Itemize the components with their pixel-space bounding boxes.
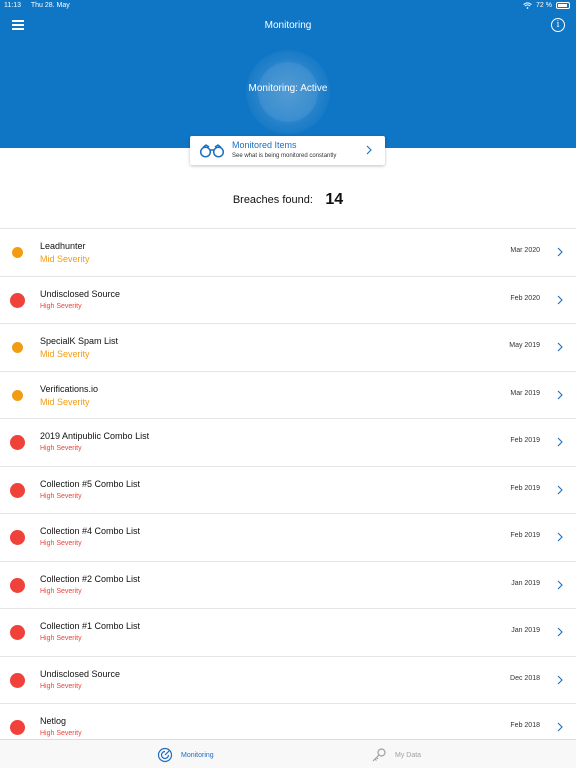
breach-row[interactable]: Verifications.io Mid Severity Mar 2019 <box>0 372 576 419</box>
chevron-right-icon <box>557 722 563 732</box>
chevron-right-icon <box>557 580 563 589</box>
severity-indicator <box>10 435 25 450</box>
monitored-items-subtitle: See what is being monitored constantly <box>232 153 337 159</box>
chevron-right-icon <box>557 390 563 399</box>
breaches-count: 14 <box>325 191 344 208</box>
breach-severity: High Severity <box>40 730 82 737</box>
breach-row[interactable]: Undisclosed Source High Severity Dec 2018 <box>0 657 576 704</box>
status-time: 11:13 <box>4 2 21 9</box>
breach-severity: High Severity <box>40 682 82 690</box>
breach-list: Leadhunter Mid Severity Mar 2020 Undisclose… <box>0 228 576 752</box>
status-bar: 11:13 Thu 28. May 72 % <box>0 0 576 12</box>
chevron-right-icon <box>557 675 563 684</box>
battery-icon <box>556 2 570 9</box>
breach-row[interactable]: 2019 Antipublic Combo List High Severity F… <box>0 419 576 467</box>
chevron-right-icon <box>557 295 563 304</box>
breach-name: 2019 Antipublic Combo List <box>40 431 150 441</box>
breach-severity: High Severity <box>40 445 82 452</box>
chevron-right-icon <box>557 342 563 352</box>
breach-severity: High Severity <box>40 635 82 642</box>
breach-date: May 2019 <box>509 342 540 349</box>
severity-indicator <box>10 530 25 545</box>
tab-my-data-label: My Data <box>395 751 422 759</box>
chevron-right-icon <box>557 485 563 494</box>
breach-severity: High Severity <box>40 302 82 310</box>
monitored-items-card[interactable]: Monitored Items See what is being monito… <box>190 136 385 165</box>
chevron-right-icon <box>557 247 563 257</box>
severity-indicator <box>10 625 25 640</box>
breach-name: Collection #4 Combo List <box>40 526 141 536</box>
breach-date: Feb 2019 <box>510 484 540 492</box>
breach-severity: Mid Severity <box>40 349 90 359</box>
breach-date: Dec 2018 <box>510 674 540 682</box>
severity-indicator <box>10 292 25 308</box>
severity-indicator <box>12 389 23 401</box>
breach-name: Collection #2 Combo List <box>40 573 141 584</box>
header: 11:13 Thu 28. May 72 % Monitoring i Moni… <box>0 0 576 148</box>
breach-date: Mar 2019 <box>510 389 540 397</box>
breach-name: Verifications.io <box>40 383 99 394</box>
breach-row[interactable]: Collection #2 Combo List High Severity Jan… <box>0 562 576 609</box>
breach-date: Jan 2019 <box>511 579 540 587</box>
breach-date: Jan 2019 <box>511 627 540 634</box>
breach-row[interactable]: Undisclosed Source High Severity Feb 2020 <box>0 277 576 324</box>
radar-icon <box>157 747 173 763</box>
battery-percent: 72 % <box>536 2 552 9</box>
breach-name: Netlog <box>40 716 67 726</box>
breach-row[interactable]: SpecialK Spam List Mid Severity May 2019 <box>0 324 576 372</box>
breach-severity: High Severity <box>40 587 82 595</box>
breach-severity: High Severity <box>40 492 82 500</box>
tab-my-data[interactable]: My Data <box>371 746 421 764</box>
tab-monitoring[interactable]: Monitoring <box>157 746 214 764</box>
breach-name: SpecialK Spam List <box>40 336 119 346</box>
wifi-icon <box>523 2 532 9</box>
severity-indicator <box>12 247 23 258</box>
severity-indicator <box>10 720 25 735</box>
breach-row[interactable]: Collection #5 Combo List High Severity Feb… <box>0 467 576 514</box>
monitored-items-title: Monitored Items <box>232 140 297 150</box>
breach-severity: High Severity <box>40 540 82 547</box>
severity-indicator <box>12 342 23 353</box>
breach-date: Feb 2019 <box>510 532 540 539</box>
page-title: Monitoring <box>264 20 312 31</box>
breach-date: Feb 2019 <box>510 437 540 444</box>
breach-name: Collection #1 Combo List <box>40 621 141 631</box>
chevron-right-icon <box>557 627 563 637</box>
severity-indicator <box>10 482 25 498</box>
chevron-right-icon <box>366 145 372 155</box>
breach-date: Feb 2018 <box>510 722 540 729</box>
status-date: Thu 28. May <box>30 2 70 9</box>
breach-severity: Mid Severity <box>40 396 90 407</box>
breach-date: Mar 2020 <box>510 247 540 254</box>
breach-name: Collection #5 Combo List <box>40 478 141 489</box>
breaches-summary: Breaches found: 14 <box>0 191 576 209</box>
tab-bar: Monitoring My Data <box>0 739 576 768</box>
breach-date: Feb 2020 <box>510 294 540 302</box>
chevron-right-icon <box>557 437 563 447</box>
chevron-right-icon <box>557 532 563 542</box>
tab-monitoring-label: Monitoring <box>181 751 214 759</box>
info-icon[interactable]: i <box>551 18 565 32</box>
severity-indicator <box>10 672 25 688</box>
breaches-label: Breaches found: <box>232 194 313 206</box>
monitoring-status: Monitoring: Active <box>248 83 328 94</box>
severity-indicator <box>10 577 25 593</box>
breach-name: Undisclosed Source <box>40 668 121 679</box>
breach-name: Undisclosed Source <box>40 288 121 299</box>
breach-row[interactable]: Collection #1 Combo List High Severity Jan… <box>0 609 576 657</box>
binoculars-icon <box>199 144 225 158</box>
breach-name: Leadhunter <box>40 241 86 251</box>
key-icon <box>372 748 386 762</box>
breach-row[interactable]: Leadhunter Mid Severity Mar 2020 <box>0 229 576 277</box>
breach-row[interactable]: Collection #4 Combo List High Severity Feb… <box>0 514 576 562</box>
breach-severity: Mid Severity <box>40 254 90 264</box>
